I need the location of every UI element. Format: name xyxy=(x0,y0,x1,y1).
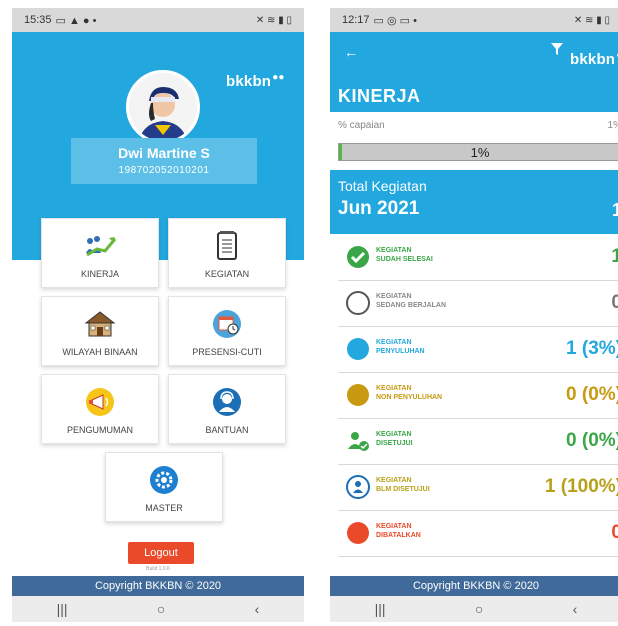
menu-tile-label: WILAYAH BINAAN xyxy=(62,347,138,357)
support-agent-icon xyxy=(213,388,241,416)
profile-namebox: Dwi Martine S 198702052010201 xyxy=(71,138,257,184)
notepad-icon xyxy=(217,231,237,260)
filter-icon[interactable] xyxy=(550,42,564,56)
menu-tile-label: KINERJA xyxy=(80,269,119,279)
right-screen: 12:17 ▭ ◎ ▭ • ✕ ≋ ▮ ▯ ← bkkbn●● KINERJA … xyxy=(330,8,618,622)
notification-icon: ▭ ▲ ● • xyxy=(55,14,97,27)
chart-people-icon xyxy=(86,236,117,257)
kegiatan-row[interactable]: KEGIATAN BLM DISETUJUI 1 (100%) xyxy=(338,464,618,511)
blue-circle-icon xyxy=(347,338,369,360)
signal-icons: ✕ ≋ ▮ ▯ xyxy=(573,14,610,26)
kegiatan-row[interactable]: KEGIATAN DISETUJUI 0 (0%) xyxy=(338,418,618,465)
menu-tile-bantuan[interactable]: BANTUAN xyxy=(168,374,286,444)
home-icon[interactable]: ○ xyxy=(157,601,165,617)
capaian-label: % capaian xyxy=(338,120,385,131)
copyright-bar: Copyright BKKBN © 2020 xyxy=(330,576,618,596)
kegiatan-row-label: KEGIATAN BLM DISETUJUI xyxy=(376,477,430,493)
status-time: 12:17 xyxy=(342,14,370,26)
recent-apps-icon[interactable]: ||| xyxy=(57,601,68,617)
system-navbar: ||| ○ ‹ xyxy=(330,596,618,622)
progress-text: 1% xyxy=(470,145,490,160)
kegiatan-row[interactable]: KEGIATAN PENYULUHAN 1 (3%) xyxy=(338,326,618,373)
total-kegiatan-box: Total Kegiatan Jun 2021 1 xyxy=(330,170,618,234)
kegiatan-row-label: KEGIATAN DIBATALKAN xyxy=(376,523,421,539)
menu-tile-kegiatan[interactable]: KEGIATAN xyxy=(168,218,286,288)
menu-tile-label: KEGIATAN xyxy=(204,269,250,279)
copyright-bar: Copyright BKKBN © 2020 xyxy=(12,576,304,596)
menu-tile-label: PENGUMUMAN xyxy=(66,425,133,435)
total-kegiatan-label: Total Kegiatan xyxy=(338,178,427,194)
calendar-clock-icon xyxy=(213,310,241,338)
user-pending-icon xyxy=(346,475,370,499)
bkkbn-logo: bkkbn●● xyxy=(570,50,618,68)
profile-nip: 198702052010201 xyxy=(118,165,210,176)
kegiatan-row-label: KEGIATAN NON PENYULUHAN xyxy=(376,385,443,401)
recent-apps-icon[interactable]: ||| xyxy=(375,601,386,617)
left-screen: 15:35 ▭ ▲ ● • ✕ ≋ ▮ ▯ bkkbn●● Dwi Martin… xyxy=(12,8,304,622)
red-circle-icon xyxy=(347,522,369,544)
bkkbn-logo: bkkbn●● xyxy=(226,72,285,90)
gear-icon xyxy=(150,466,178,494)
menu-tile-label: MASTER xyxy=(145,503,183,513)
system-navbar: ||| ○ ‹ xyxy=(12,596,304,622)
empty-circle-icon xyxy=(346,291,370,315)
gold-circle-icon xyxy=(347,384,369,406)
status-time: 15:35 xyxy=(24,14,52,26)
kegiatan-row[interactable]: KEGIATAN SUDAH SELESAI 1 xyxy=(338,234,618,281)
kegiatan-row-value: 1 xyxy=(611,246,618,267)
kegiatan-row[interactable]: KEGIATAN NON PENYULUHAN 0 (0%) xyxy=(338,372,618,419)
kegiatan-row-label: KEGIATAN SEDANG BERJALAN xyxy=(376,293,447,309)
megaphone-icon xyxy=(86,388,114,416)
back-icon[interactable]: ‹ xyxy=(255,601,260,617)
kegiatan-row-value: 0 (0%) xyxy=(566,430,618,451)
back-icon[interactable]: ‹ xyxy=(573,601,578,617)
menu-tile-label: PRESENSI-CUTI xyxy=(192,347,262,357)
page-title: KINERJA xyxy=(338,86,421,106)
status-bar: 12:17 ▭ ◎ ▭ • ✕ ≋ ▮ ▯ xyxy=(330,8,618,32)
menu-tile-kinerja[interactable]: KINERJA xyxy=(41,218,159,288)
status-bar: 15:35 ▭ ▲ ● • ✕ ≋ ▮ ▯ xyxy=(12,8,304,32)
kegiatan-row-value: 0 xyxy=(611,522,618,543)
menu-tile-wilayah-binaan[interactable]: WILAYAH BINAAN xyxy=(41,296,159,366)
notification-icon: ▭ ◎ ▭ • xyxy=(373,14,417,27)
avatar xyxy=(126,70,200,144)
period-label: Jun 2021 xyxy=(338,198,420,219)
kegiatan-row[interactable]: KEGIATAN SEDANG BERJALAN 0 xyxy=(338,280,618,327)
kegiatan-row-label: KEGIATAN SUDAH SELESAI xyxy=(376,247,433,263)
check-circle-icon xyxy=(347,246,369,268)
profile-name: Dwi Martine S xyxy=(118,145,210,161)
logout-button[interactable]: Logout xyxy=(128,542,194,564)
menu-tile-pengumuman[interactable]: PENGUMUMAN xyxy=(41,374,159,444)
kegiatan-row-value: 0 xyxy=(611,292,618,313)
kegiatan-row-label: KEGIATAN PENYULUHAN xyxy=(376,339,425,355)
capaian-progress-bar: 1% xyxy=(338,143,618,161)
total-kegiatan-value: 1 xyxy=(611,200,618,220)
menu-tile-label: BANTUAN xyxy=(205,425,249,435)
house-icon xyxy=(84,311,116,337)
menu-tile-master[interactable]: MASTER xyxy=(105,452,223,522)
kegiatan-row-value: 1 (3%) xyxy=(566,338,618,359)
kegiatan-row-label: KEGIATAN DISETUJUI xyxy=(376,431,413,447)
back-arrow-icon[interactable]: ← xyxy=(344,44,358,60)
capaian-value: 1% xyxy=(607,120,618,131)
signal-icons: ✕ ≋ ▮ ▯ xyxy=(255,14,292,26)
user-check-icon xyxy=(347,430,369,452)
kegiatan-row-value: 1 (100%) xyxy=(544,476,618,497)
kegiatan-row[interactable]: KEGIATAN DIBATALKAN 0 xyxy=(338,510,618,557)
build-version: Build 1.0.6 xyxy=(146,566,170,572)
kegiatan-row-value: 0 (0%) xyxy=(566,384,618,405)
menu-tile-presensi-cuti[interactable]: PRESENSI-CUTI xyxy=(168,296,286,366)
home-icon[interactable]: ○ xyxy=(475,601,483,617)
